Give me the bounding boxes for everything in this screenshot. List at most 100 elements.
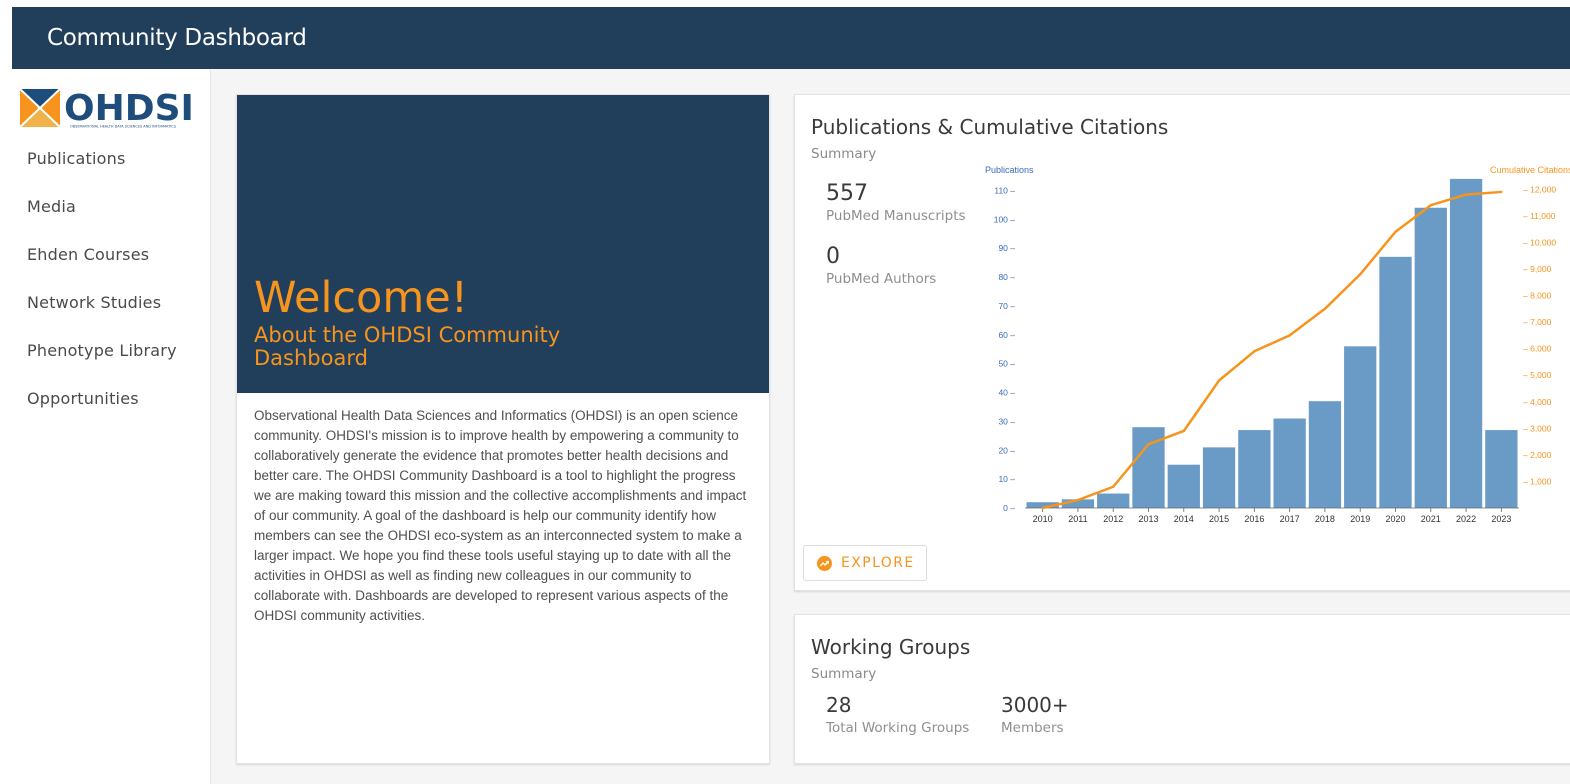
explore-button[interactable]: EXPLORE [803,545,927,581]
chart-bar-2019[interactable] [1344,346,1377,508]
y2-tick-label-1000: – 1,000 [1523,476,1552,486]
y-tick-label-40: 40 – [998,388,1015,398]
pubmed-authors-count: 0 [826,244,840,269]
chart-bar-2021[interactable] [1414,207,1447,508]
total-working-groups-count: 28 [826,693,852,717]
logo-wordmark: OHDSI [64,88,194,129]
chart-left-axis-title: Publications [985,165,1034,175]
citation-point-2020[interactable] [1394,230,1397,233]
citation-point-2022[interactable] [1464,193,1468,196]
y-tick-label-70: 70 – [998,301,1015,311]
chart-bar-2023[interactable] [1485,430,1518,508]
sidebar-item-phenotype-library[interactable]: Phenotype Library [27,341,177,360]
chart-bar-2014[interactable] [1167,464,1200,508]
publications-card-title: Publications & Cumulative Citations [811,115,1169,139]
x-tick-label-2019: 2019 [1350,514,1370,524]
y2-tick-label-12000: – 12,000 [1523,184,1556,194]
citation-point-2017[interactable] [1288,334,1291,337]
citation-point-2016[interactable] [1253,350,1256,353]
y2-tick-label-6000: – 6,000 [1523,344,1552,354]
sidebar: OHDSI OBSERVATIONAL HEALTH DATA SCIENCES… [12,69,211,784]
ohdsi-logo-icon: OHDSI OBSERVATIONAL HEALTH DATA SCIENCES… [19,88,194,129]
y-tick-label-10: 10 – [998,474,1015,484]
x-tick-label-2015: 2015 [1209,514,1229,524]
y-tick-label-60: 60 – [998,330,1015,340]
sidebar-item-media[interactable]: Media [27,197,76,216]
pubmed-manuscripts-count: 557 [826,181,868,206]
x-tick-label-2021: 2021 [1421,514,1441,524]
sidebar-item-ehden-courses[interactable]: Ehden Courses [27,245,149,264]
citation-point-2021[interactable] [1429,204,1432,207]
y-tick-label-110: 110 – [994,185,1015,195]
x-tick-label-2020: 2020 [1385,514,1405,524]
y2-tick-label-8000: – 8,000 [1523,291,1552,301]
citation-point-2023[interactable] [1500,190,1503,194]
y-tick-label-50: 50 – [998,359,1015,369]
members-label: Members [1001,720,1064,736]
explore-button-label: EXPLORE [841,555,915,571]
welcome-card: Welcome! About the OHDSI Community Dashb… [236,94,770,764]
citation-point-2018[interactable] [1323,307,1327,310]
publications-citations-chart: Publications Cumulative Citations 2010 20… [985,165,1570,524]
x-tick-label-2016: 2016 [1244,514,1264,524]
citation-point-2011[interactable] [1076,498,1080,502]
x-tick-label-2023: 2023 [1491,514,1511,524]
y2-tick-label-10000: – 10,000 [1523,237,1556,247]
x-tick-label-2018: 2018 [1315,514,1335,524]
pubmed-authors-label: PubMed Authors [826,271,937,287]
sidebar-item-network-studies[interactable]: Network Studies [27,293,161,312]
x-tick-label-2012: 2012 [1103,514,1123,524]
y2-tick-label-9000: – 9,000 [1523,264,1552,274]
citation-point-2015[interactable] [1217,379,1221,382]
y2-tick-label-2000: – 2,000 [1523,450,1552,460]
sidebar-item-publications[interactable]: Publications [27,149,126,168]
x-tick-label-2011: 2011 [1068,514,1087,524]
welcome-subtitle: About the OHDSI Community Dashboard [254,323,561,370]
y-tick-label-20: 20 – [998,445,1015,455]
y2-tick-label-11000: – 11,000 [1523,211,1556,221]
sidebar-item-opportunities[interactable]: Opportunities [27,389,139,408]
logo-tagline: OBSERVATIONAL HEALTH DATA SCIENCES AND I… [70,125,177,129]
chart-bar-2016[interactable] [1238,430,1271,508]
x-tick-label-2010: 2010 [1033,514,1053,524]
x-tick-label-2013: 2013 [1138,514,1158,524]
citation-point-2019[interactable] [1359,273,1362,276]
x-tick-label-2017: 2017 [1280,514,1300,524]
chart-bar-2022[interactable] [1449,178,1483,508]
y-tick-label-30: 30 – [998,416,1015,426]
ohdsi-logo[interactable]: OHDSI OBSERVATIONAL HEALTH DATA SCIENCES… [19,87,202,129]
x-tick-label-2022: 2022 [1456,514,1476,524]
citation-point-2012[interactable] [1112,485,1115,488]
y-tick-label-80: 80 – [998,272,1015,282]
publications-summary-label: Summary [811,146,877,162]
app-header: Community Dashboard [12,7,1570,69]
trending-up-icon [817,556,832,571]
chart-bar-2018[interactable] [1308,401,1342,508]
y-tick-label-90: 90 – [998,243,1015,253]
working-groups-summary-label: Summary [811,666,877,682]
chart-bar-2020[interactable] [1379,256,1412,508]
y2-tick-label-4000: – 4,000 [1523,397,1552,407]
working-groups-card-title: Working Groups [811,635,971,659]
chart-right-axis-title: Cumulative Citations [1490,165,1570,175]
y2-tick-label-7000: – 7,000 [1523,317,1552,327]
y2-tick-label-5000: – 5,000 [1523,370,1552,380]
y-tick-label-100: 100 – [994,214,1016,224]
working-groups-card: Working Groups Summary 28 Total Working … [794,614,1570,764]
chart-bar-2015[interactable] [1202,447,1236,508]
pubmed-manuscripts-label: PubMed Manuscripts [826,208,966,224]
x-tick-label-2014: 2014 [1174,514,1194,524]
members-count: 3000+ [1001,693,1069,717]
citation-point-2014[interactable] [1182,429,1185,433]
chart-bar-2012[interactable] [1097,493,1130,508]
welcome-title: Welcome! [254,273,468,323]
y-tick-label-0: 0 – [1003,503,1015,513]
total-working-groups-label: Total Working Groups [826,720,970,736]
welcome-banner: Welcome! About the OHDSI Community Dashb… [237,95,769,393]
y2-tick-label-3000: – 3,000 [1523,423,1552,433]
chart-bar-2017[interactable] [1273,418,1306,508]
citation-point-2010[interactable] [1041,506,1044,510]
citation-point-2013[interactable] [1147,443,1150,446]
welcome-description: Observational Health Data Sciences and I… [254,408,747,623]
app-title: Community Dashboard [47,25,307,51]
